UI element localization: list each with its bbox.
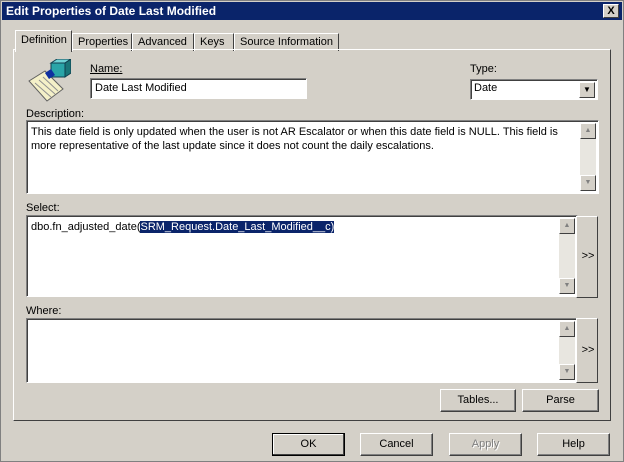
type-select-value: Date — [474, 82, 498, 94]
scroll-up-icon[interactable]: ▲ — [580, 123, 596, 139]
scroll-up-icon[interactable]: ▲ — [559, 321, 575, 337]
scroll-down-icon[interactable]: ▼ — [559, 278, 575, 294]
title-bar: Edit Properties of Date Last Modified X — [2, 2, 622, 20]
scroll-up-icon[interactable]: ▲ — [559, 218, 575, 234]
help-button[interactable]: Help — [537, 433, 610, 456]
select-text-prefix: dbo.fn_adjusted_date( — [31, 221, 141, 233]
insert-arrow-label: >> — [581, 343, 595, 356]
select-textarea[interactable]: dbo.fn_adjusted_date(SRM_Request.Date_La… — [26, 215, 578, 297]
name-label-text: Name: — [90, 63, 123, 75]
properties-dialog: Edit Properties of Date Last Modified X … — [0, 0, 624, 462]
scroll-down-icon[interactable]: ▼ — [559, 364, 575, 380]
insert-arrow-label: >> — [581, 250, 595, 262]
where-textarea[interactable]: ▲ ▼ — [26, 318, 578, 383]
tab-definition[interactable]: Definition — [15, 30, 72, 52]
type-select[interactable]: Date ▼ — [470, 79, 598, 100]
apply-button[interactable]: Apply — [449, 433, 522, 456]
description-label: Description: — [26, 108, 85, 120]
description-scrollbar[interactable]: ▲ ▼ — [580, 123, 596, 191]
description-textarea[interactable]: This date field is only updated when the… — [26, 120, 599, 194]
where-scrollbar[interactable]: ▲ ▼ — [559, 321, 575, 380]
select-scrollbar[interactable]: ▲ ▼ — [559, 218, 575, 294]
name-label: Name: — [90, 63, 122, 75]
ok-button[interactable]: OK — [272, 433, 345, 456]
description-text: This date field is only updated when the… — [31, 126, 558, 152]
close-button[interactable]: X — [603, 4, 619, 18]
select-text-highlighted: SRM_Request.Date_Last_Modified__c) — [140, 221, 335, 233]
chevron-down-icon[interactable]: ▼ — [579, 82, 595, 98]
cancel-button[interactable]: Cancel — [360, 433, 433, 456]
field-definition-icon — [28, 59, 71, 102]
select-insert-button[interactable]: >> — [576, 216, 598, 298]
window-title: Edit Properties of Date Last Modified — [6, 4, 217, 18]
where-insert-button[interactable]: >> — [576, 318, 598, 383]
parse-button[interactable]: Parse — [522, 389, 599, 412]
tables-button[interactable]: Tables... — [440, 389, 516, 412]
where-label: Where: — [26, 305, 62, 317]
scroll-down-icon[interactable]: ▼ — [580, 175, 596, 191]
select-text: dbo.fn_adjusted_date(SRM_Request.Date_La… — [31, 220, 555, 234]
select-label: Select: — [26, 202, 60, 214]
name-input[interactable]: Date Last Modified — [90, 78, 307, 99]
type-label: Type: — [470, 63, 497, 75]
